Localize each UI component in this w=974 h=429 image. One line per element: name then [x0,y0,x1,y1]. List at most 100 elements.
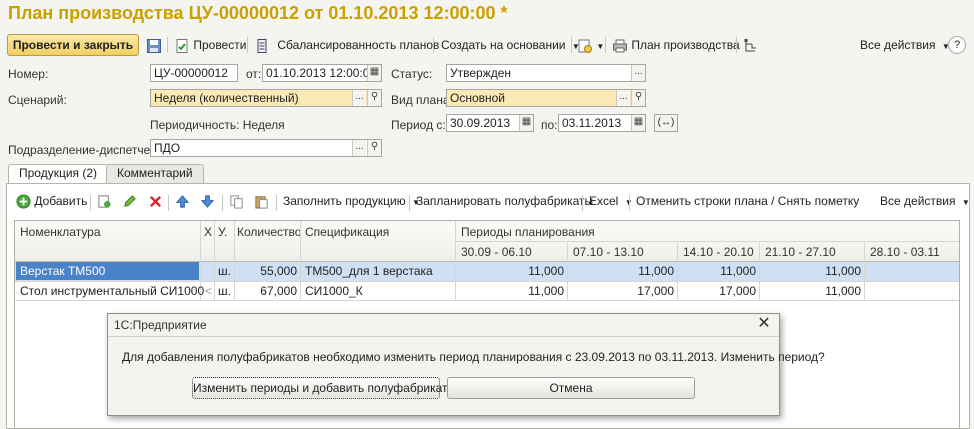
select-button[interactable]: ... [616,90,630,106]
copy-button[interactable] [229,191,244,211]
row-period-value [865,282,955,300]
hierarchy-icon [744,38,756,52]
status-field[interactable]: Утвержден ... [446,64,646,82]
save-icon [147,38,161,53]
col-periods[interactable]: Периоды планирования [461,225,595,239]
table-all-actions-button[interactable]: Все действия ▼ [880,191,970,211]
table-all-actions-label: Все действия [880,194,956,208]
delete-button[interactable] [148,191,163,211]
fill-products-button[interactable]: Заполнить продукцию ▼ [283,191,420,211]
plan-type-label: Вид плана: [391,93,453,107]
calendar-icon[interactable]: ▦ [519,115,533,131]
row-unit: ш. [218,284,231,298]
printer-icon [613,39,627,53]
dropdown-arrow-icon: ▼ [596,42,605,51]
confirm-dialog: 1С:Предприятие ✕ Для добавления полуфабр… [107,313,825,416]
create-based-button[interactable]: Создать на основании ▼ [441,35,580,55]
add-button-label: Добавить [34,194,88,208]
print-forms-button[interactable]: ▼ [577,35,604,55]
row-x: < [205,284,213,298]
dialog-close-button[interactable]: ✕ [755,314,773,334]
col-period-5[interactable]: 28.10 - 03.11 [870,245,940,259]
col-period-4[interactable]: 21.10 - 27.10 [765,245,836,259]
cancel-button[interactable]: Отмена [447,377,695,399]
search-icon[interactable]: ⚲ [367,90,381,106]
post-and-close-button[interactable]: Провести и закрыть [7,34,139,56]
tab-products[interactable]: Продукция (2) [8,164,109,184]
all-actions-button[interactable]: Все действия ▼ [860,35,950,55]
search-icon[interactable]: ⚲ [367,140,381,156]
period-to-field[interactable]: 03.11.2013 ▦ [558,114,646,132]
save-button[interactable] [146,35,162,55]
row-spec: ТМ500_для 1 верстака [305,264,433,278]
col-spec[interactable]: Спецификация [305,225,389,239]
cancel-rows-button[interactable]: Отменить строки плана / Снять пометку [636,191,859,211]
col-period-2[interactable]: 07.10 - 13.10 [573,245,644,259]
scenario-value: Неделя (количественный) [154,91,299,105]
period-to-label: по: [541,118,558,132]
delete-icon [149,196,162,208]
edit-button[interactable] [122,191,137,211]
row-name: Верстак ТМ500 [20,264,106,278]
search-icon[interactable]: ⚲ [631,90,645,106]
select-button[interactable]: ... [352,90,366,106]
select-button[interactable]: ... [631,65,645,81]
copy-icon [230,195,243,209]
division-label: Подразделение-диспетчер: [8,143,161,157]
balance-button-label: Сбалансированность планов [277,38,440,52]
document-print-icon [578,39,592,53]
create-based-label: Создать на основании [441,38,566,52]
post-button-label: Провести [193,38,247,52]
report-icon [257,38,267,53]
help-button[interactable]: ? [948,36,966,54]
copy-row-button[interactable] [97,191,112,211]
date-field[interactable]: 01.10.2013 12:00:00 ▦ [262,64,382,82]
row-period-value: 17,000 [719,284,756,298]
status-label: Статус: [391,67,433,81]
period-from-field[interactable]: 30.09.2013 ▦ [446,114,534,132]
period-select-button[interactable]: (↔) [654,114,678,132]
col-unit[interactable]: У. [218,225,227,239]
col-period-1[interactable]: 30.09 - 06.10 [461,245,532,259]
fill-products-label: Заполнить продукцию [283,194,406,208]
paste-icon [255,196,268,209]
post-button[interactable]: Провести [174,35,246,55]
move-down-button[interactable] [200,191,215,211]
excel-button[interactable]: Excel ▼ [589,191,633,211]
col-qty[interactable]: Количество [237,225,301,239]
production-plan-button[interactable]: План производства [612,35,740,55]
row-period-value: 11,000 [720,264,756,278]
paste-button[interactable] [254,191,269,211]
row-qty: 55,000 [260,264,297,278]
balance-button[interactable]: Сбалансированность планов [254,35,439,55]
plan-semi-button[interactable]: Запланировать полуфабрикаты [416,191,593,211]
page-title: План производства ЦУ-00000012 от 01.10.2… [8,3,508,23]
arrow-up-icon [175,195,190,208]
plus-icon [16,194,31,209]
scenario-field[interactable]: Неделя (количественный) ... ⚲ [150,89,382,107]
structure-button[interactable] [743,35,759,55]
copy-add-icon [98,195,111,208]
row-period-value [865,262,955,280]
col-period-3[interactable]: 14.10 - 20.10 [683,245,754,259]
change-periods-button[interactable]: Изменить периоды и добавить полуфабрикат… [192,377,456,399]
col-x[interactable]: Х [204,225,212,239]
add-button[interactable]: Добавить [16,191,87,211]
date-label: от: [246,67,262,81]
date-value: 01.10.2013 12:00:00 [266,66,377,80]
move-up-button[interactable] [175,191,190,211]
main-toolbar: Провести и закрыть Провести Сбалансирова… [0,32,974,58]
calendar-icon[interactable]: ▦ [367,65,381,81]
row-qty: 67,000 [260,284,297,298]
col-nomenclature[interactable]: Номенклатура [20,225,101,239]
calendar-icon[interactable]: ▦ [631,115,645,131]
plan-type-field[interactable]: Основной ... ⚲ [446,89,646,107]
tab-comment[interactable]: Комментарий [106,164,204,183]
close-icon: ✕ [757,315,771,332]
select-button[interactable]: ... [352,140,366,156]
help-icon: ? [953,39,961,51]
row-period-value: 11,000 [825,264,861,278]
row-period-value: 11,000 [528,264,564,278]
number-field[interactable]: ЦУ-00000012 [150,64,238,82]
division-field[interactable]: ПДО ... ⚲ [150,139,382,157]
